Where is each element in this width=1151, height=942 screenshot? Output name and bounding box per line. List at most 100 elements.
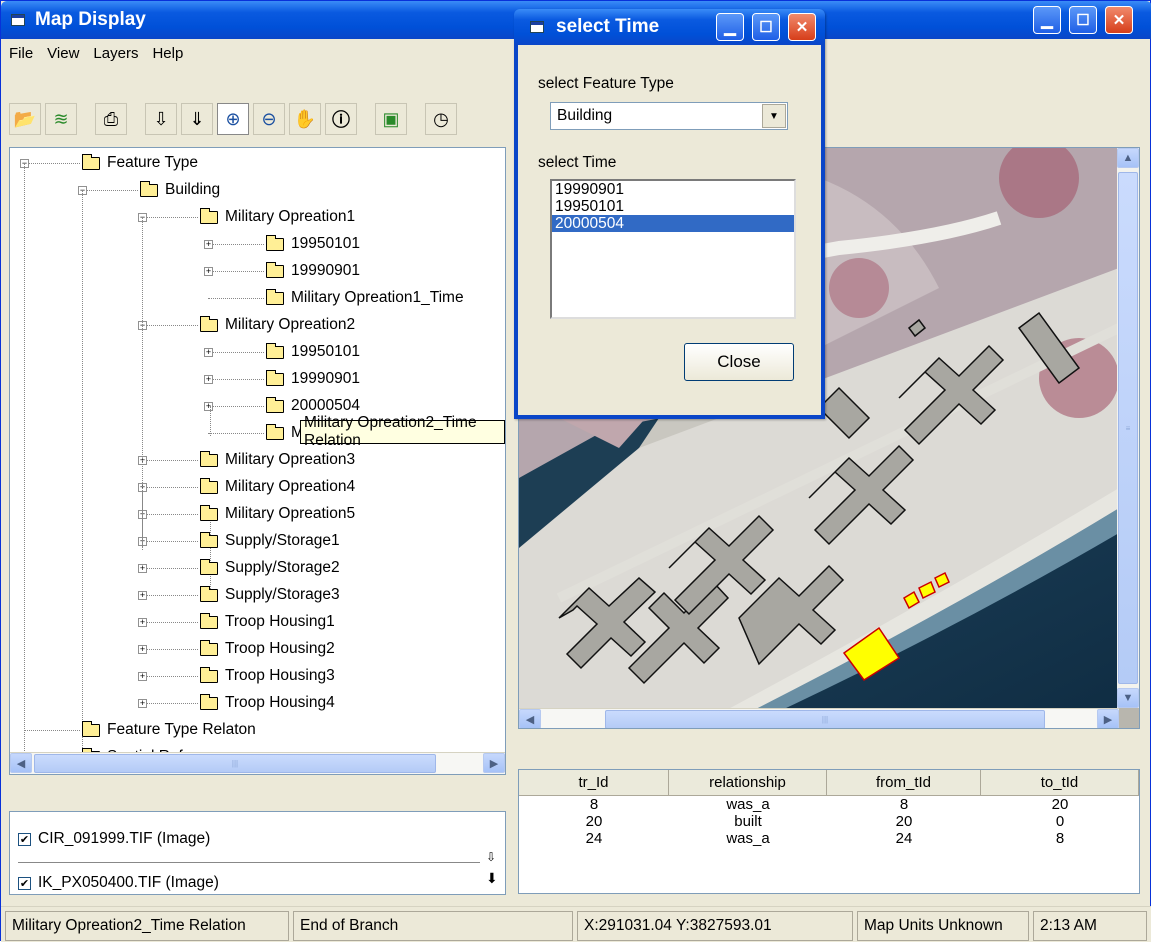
folder-icon bbox=[82, 720, 100, 737]
expand-icon[interactable]: + bbox=[204, 267, 213, 276]
menu-view[interactable]: View bbox=[47, 45, 79, 62]
tree-node[interactable]: Supply/Storage2 bbox=[200, 555, 340, 581]
move-down-icon[interactable]: ⬇ bbox=[486, 870, 498, 887]
zoom-in-button[interactable]: ⊕ bbox=[217, 103, 249, 135]
scroll-left-icon[interactable]: ◀ bbox=[519, 709, 541, 728]
expand-icon[interactable]: + bbox=[138, 591, 147, 600]
time-listbox[interactable]: 19990901 19950101 20000504 bbox=[550, 179, 796, 319]
tree-node[interactable]: Supply/Storage3 bbox=[200, 582, 340, 608]
scroll-left-icon[interactable]: ◀ bbox=[10, 753, 32, 773]
tree-node[interactable]: Feature Type bbox=[82, 150, 198, 176]
column-header[interactable]: to_tId bbox=[981, 770, 1139, 796]
expand-icon[interactable]: + bbox=[204, 375, 213, 384]
close-dialog-button[interactable]: Close bbox=[684, 343, 794, 381]
tree-node[interactable]: Military Opreation3 bbox=[200, 447, 355, 473]
scroll-up-icon[interactable]: ▲ bbox=[1117, 148, 1139, 168]
print-button[interactable]: ⎙ bbox=[95, 103, 127, 135]
pan-button[interactable]: ✋ bbox=[289, 103, 321, 135]
chevron-down-icon[interactable]: ▼ bbox=[762, 104, 786, 128]
expand-icon[interactable]: + bbox=[204, 402, 213, 411]
column-header[interactable]: relationship bbox=[669, 770, 827, 796]
map-button[interactable]: ▣ bbox=[375, 103, 407, 135]
map-vscroll-thumb[interactable]: ≡ bbox=[1118, 172, 1138, 684]
tree-node-label: Military Opreation2 bbox=[225, 316, 356, 333]
folder-icon bbox=[200, 585, 218, 602]
map-hscrollbar[interactable]: ◀ ||| ▶ bbox=[519, 708, 1119, 728]
tree-hscrollbar[interactable]: ◀ ||| ▶ bbox=[10, 752, 505, 774]
time-option[interactable]: 19990901 bbox=[552, 181, 794, 198]
layer-item[interactable]: ✔ CIR_091999.TIF (Image) bbox=[18, 830, 210, 848]
toolbar: 📂 ≋ ⎙ ⇩ ⇓ ⊕ ⊖ ✋ ⓘ ▣ ◷ bbox=[9, 99, 457, 139]
column-header[interactable]: from_tId bbox=[827, 770, 981, 796]
zoom-out-button[interactable]: ⊖ bbox=[253, 103, 285, 135]
map-vscrollbar[interactable]: ▲ ≡ ▼ bbox=[1117, 148, 1139, 708]
expand-icon[interactable]: + bbox=[138, 672, 147, 681]
expand-icon[interactable]: + bbox=[138, 699, 147, 708]
tree-node[interactable]: Military Opreation5 bbox=[200, 501, 355, 527]
tree-node[interactable]: Military Opreation4 bbox=[200, 474, 355, 500]
time-relation-table[interactable]: tr_Id relationship from_tId to_tId 8 was_… bbox=[518, 769, 1140, 894]
table-row[interactable]: 24 was_a 24 8 bbox=[519, 830, 1139, 847]
tree-node[interactable]: Troop Housing2 bbox=[200, 636, 335, 662]
column-header[interactable]: tr_Id bbox=[519, 770, 669, 796]
tree-node[interactable]: 19950101 bbox=[266, 231, 360, 257]
table-row[interactable]: 20 built 20 0 bbox=[519, 813, 1139, 830]
tree-scroll-thumb[interactable]: ||| bbox=[34, 754, 436, 773]
menu-layers[interactable]: Layers bbox=[93, 45, 138, 62]
folder-icon bbox=[200, 639, 218, 656]
move-down-hollow-icon[interactable]: ⇩ bbox=[486, 850, 496, 864]
status-coordinates: X:291031.04 Y:3827593.01 bbox=[577, 911, 853, 941]
tree-node[interactable]: Troop Housing1 bbox=[200, 609, 335, 635]
tree-node-label: Military Opreation4 bbox=[225, 478, 356, 495]
feature-type-select[interactable]: Building ▼ bbox=[550, 102, 788, 130]
close-button[interactable]: ✕ bbox=[1105, 6, 1133, 34]
tree-node[interactable]: Supply/Storage1 bbox=[200, 528, 340, 554]
zoom-in-icon: ⊕ bbox=[225, 108, 241, 129]
menu-help[interactable]: Help bbox=[152, 45, 183, 62]
export-button[interactable]: ⇓ bbox=[181, 103, 213, 135]
tree-node-label: 19950101 bbox=[291, 343, 360, 360]
scroll-right-icon[interactable]: ▶ bbox=[483, 753, 505, 773]
clock-button[interactable]: ◷ bbox=[425, 103, 457, 135]
layer-checkbox[interactable]: ✔ bbox=[18, 876, 31, 890]
tree-node[interactable]: Building bbox=[140, 177, 220, 203]
expand-icon[interactable]: + bbox=[204, 348, 213, 357]
dialog-close-button[interactable]: ✕ bbox=[788, 13, 816, 41]
tree-node[interactable]: Troop Housing3 bbox=[200, 663, 335, 689]
status-node: Military Opreation2_Time Relation bbox=[5, 911, 289, 941]
menu-file[interactable]: File bbox=[9, 45, 33, 62]
open-button[interactable]: 📂 bbox=[9, 103, 41, 135]
tree-node[interactable]: Feature Type Relaton bbox=[82, 717, 256, 743]
expand-icon[interactable]: + bbox=[138, 618, 147, 627]
maximize-button[interactable]: ☐ bbox=[1069, 6, 1097, 34]
layers-button[interactable]: ≋ bbox=[45, 103, 77, 135]
expand-icon[interactable]: + bbox=[138, 645, 147, 654]
tree-node[interactable]: 19990901 bbox=[266, 258, 360, 284]
expand-icon[interactable]: + bbox=[204, 240, 213, 249]
tree-node[interactable]: Military Opreation2 bbox=[200, 312, 355, 338]
time-option-selected[interactable]: 20000504 bbox=[552, 215, 794, 232]
dialog-minimize-button[interactable]: ▁ bbox=[716, 13, 744, 41]
tree-node[interactable]: 19950101 bbox=[266, 339, 360, 365]
folder-icon bbox=[266, 369, 284, 386]
info-button[interactable]: ⓘ bbox=[325, 103, 357, 135]
dialog-titlebar[interactable]: select Time ▁ ☐ ✕ bbox=[514, 9, 825, 45]
table-row[interactable]: 8 was_a 8 20 bbox=[519, 796, 1139, 813]
tree-node[interactable]: Troop Housing4 bbox=[200, 690, 335, 716]
scroll-down-icon[interactable]: ▼ bbox=[1117, 688, 1139, 708]
time-option[interactable]: 19950101 bbox=[552, 198, 794, 215]
dialog-maximize-button[interactable]: ☐ bbox=[752, 13, 780, 41]
tree-node-label: Supply/Storage2 bbox=[225, 559, 340, 576]
import-button[interactable]: ⇩ bbox=[145, 103, 177, 135]
feature-tree[interactable]: − − − + + − + + + + + + + + + + + + + Feature Type Building… bbox=[9, 147, 506, 775]
tree-node[interactable]: Military Opreation1 bbox=[200, 204, 355, 230]
minimize-button[interactable]: ▁ bbox=[1033, 6, 1061, 34]
tree-node-label: 19950101 bbox=[291, 235, 360, 252]
scroll-right-icon[interactable]: ▶ bbox=[1097, 709, 1119, 728]
expand-icon[interactable]: + bbox=[138, 564, 147, 573]
layer-checkbox[interactable]: ✔ bbox=[18, 832, 31, 846]
map-hscroll-thumb[interactable]: ||| bbox=[605, 710, 1045, 728]
tree-node[interactable]: 19990901 bbox=[266, 366, 360, 392]
layer-item[interactable]: ✔ IK_PX050400.TIF (Image) bbox=[18, 874, 219, 892]
tree-node[interactable]: Military Opreation1_Time bbox=[266, 285, 464, 311]
